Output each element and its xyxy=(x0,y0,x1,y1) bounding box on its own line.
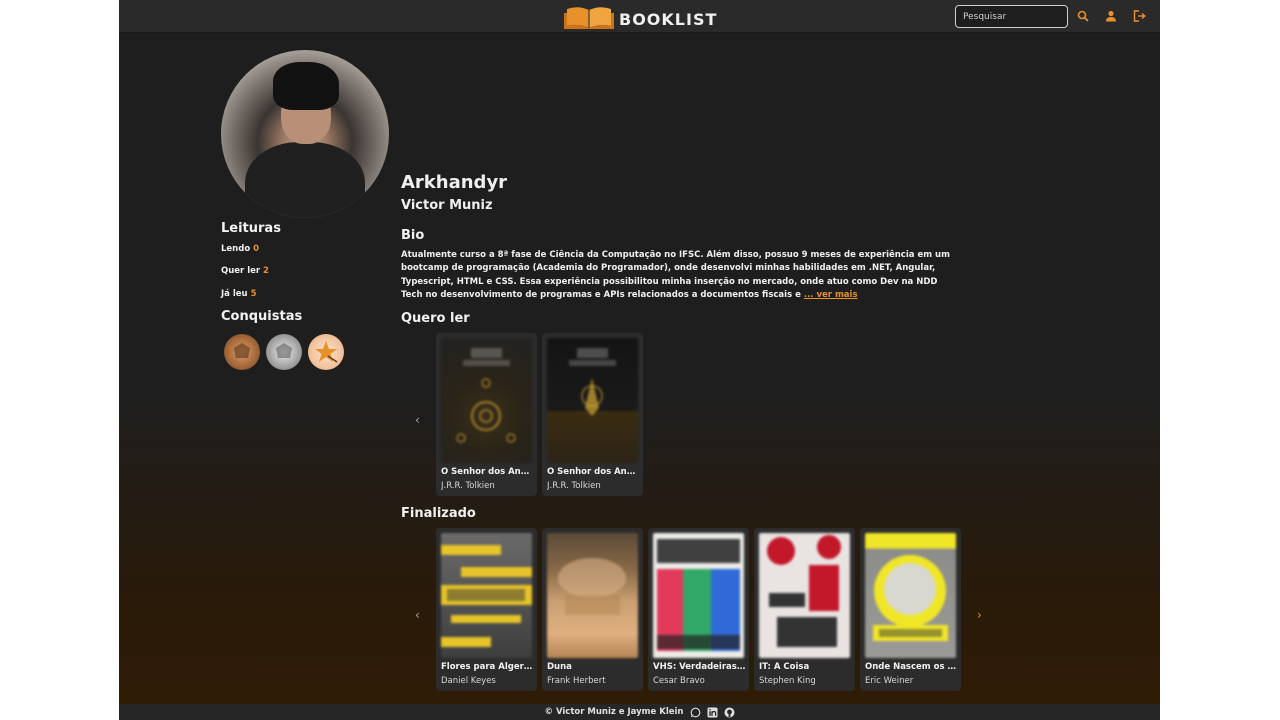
footer-credit: © Victor Muniz e Jayme Klein xyxy=(544,707,684,717)
search-icon[interactable] xyxy=(1075,8,1091,24)
book-cover xyxy=(441,533,532,658)
stat-read[interactable]: Já leu 5 xyxy=(221,289,256,299)
carousel-prev-arrow[interactable]: ‹ xyxy=(415,608,420,622)
readings-title: Leituras xyxy=(221,221,281,236)
book-title: VHS: Verdadeiras H... xyxy=(653,662,746,672)
profile-avatar xyxy=(221,50,389,218)
user-icon[interactable] xyxy=(1103,8,1119,24)
book-author: Cesar Bravo xyxy=(653,676,705,686)
book-title: Duna xyxy=(547,662,572,672)
github-icon[interactable] xyxy=(724,707,735,718)
search-input[interactable] xyxy=(955,5,1068,28)
bio-text: Atualmente curso a 8ª fase de Ciência da… xyxy=(401,249,961,303)
app-container: BOOKLIST Leituras Lendo 0 Quer ler 2 Já … xyxy=(119,0,1160,720)
book-cover xyxy=(547,338,638,463)
carousel-prev-arrow[interactable]: ‹ xyxy=(415,413,420,427)
finished-title: Finalizado xyxy=(401,506,476,521)
book-author: Frank Herbert xyxy=(547,676,606,686)
book-title: Flores para Algernon xyxy=(441,662,534,672)
book-cover xyxy=(759,533,850,658)
book-author: J.R.R. Tolkien xyxy=(441,481,495,491)
logout-icon[interactable] xyxy=(1131,8,1147,24)
book-card[interactable]: O Senhor dos Anéis... J.R.R. Tolkien xyxy=(436,333,537,496)
book-title: O Senhor dos Anéis... xyxy=(547,467,640,477)
stat-want-label: Quer ler xyxy=(221,266,261,276)
book-cover xyxy=(441,338,532,463)
logo-text: BOOKLIST xyxy=(619,9,718,29)
book-author: Daniel Keyes xyxy=(441,676,496,686)
stat-read-count: 5 xyxy=(250,289,257,299)
book-card[interactable]: Flores para Algernon Daniel Keyes xyxy=(436,528,537,691)
top-navbar: BOOKLIST xyxy=(119,0,1160,33)
footer: © Victor Muniz e Jayme Klein xyxy=(119,704,1160,720)
stat-reading-label: Lendo xyxy=(221,244,251,254)
book-title: IT: A Coisa xyxy=(759,662,810,672)
carousel-next-arrow[interactable]: › xyxy=(977,608,982,622)
stat-want-count: 2 xyxy=(263,266,269,276)
book-card[interactable]: Onde Nascem os G... Eric Weiner xyxy=(860,528,961,691)
profile-username: Arkhandyr xyxy=(401,172,508,193)
stat-reading-count: 0 xyxy=(253,244,260,254)
book-title: Onde Nascem os G... xyxy=(865,662,958,672)
book-cover xyxy=(865,533,956,658)
star-badge[interactable] xyxy=(308,334,344,370)
linkedin-icon[interactable] xyxy=(707,707,718,718)
bio-title: Bio xyxy=(401,228,425,243)
book-card[interactable]: VHS: Verdadeiras H... Cesar Bravo xyxy=(648,528,749,691)
book-author: J.R.R. Tolkien xyxy=(547,481,601,491)
book-card[interactable]: O Senhor dos Anéis... J.R.R. Tolkien xyxy=(542,333,643,496)
bronze-badge[interactable] xyxy=(224,334,260,370)
stat-reading[interactable]: Lendo 0 xyxy=(221,244,259,254)
open-book-icon xyxy=(563,4,615,34)
stat-read-label: Já leu xyxy=(221,289,248,299)
achievements-title: Conquistas xyxy=(221,309,303,324)
book-author: Stephen King xyxy=(759,676,816,686)
bio-body: Atualmente curso a 8ª fase de Ciência da… xyxy=(401,250,950,301)
book-card[interactable]: Duna Frank Herbert xyxy=(542,528,643,691)
logo[interactable]: BOOKLIST xyxy=(563,4,717,34)
stat-want-to-read[interactable]: Quer ler 2 xyxy=(221,266,269,276)
book-cover xyxy=(547,533,638,658)
silver-badge[interactable] xyxy=(266,334,302,370)
see-more-link[interactable]: ... ver mais xyxy=(804,290,858,300)
book-card[interactable]: IT: A Coisa Stephen King xyxy=(754,528,855,691)
book-author: Eric Weiner xyxy=(865,676,914,686)
book-title: O Senhor dos Anéis... xyxy=(441,467,534,477)
want-to-read-title: Quero ler xyxy=(401,311,470,326)
profile-real-name: Victor Muniz xyxy=(401,198,493,213)
book-cover xyxy=(653,533,744,658)
whatsapp-icon[interactable] xyxy=(690,707,701,718)
